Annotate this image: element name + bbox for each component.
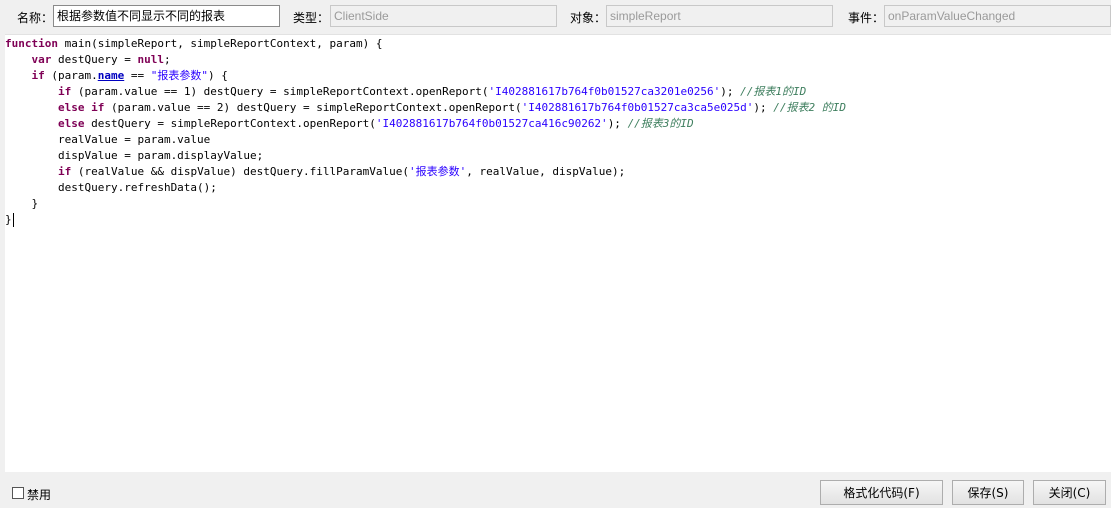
name-input[interactable]: 根据参数值不同显示不同的报表 — [53, 5, 280, 27]
type-field: ClientSide — [330, 5, 557, 27]
code-token: ); — [720, 85, 741, 98]
code-line[interactable]: else if (param.value == 2) destQuery = s… — [5, 100, 1111, 116]
close-button[interactable]: 关闭(C) — [1033, 480, 1106, 505]
code-token: } — [5, 197, 39, 210]
code-token: //报表2 的ID — [773, 101, 846, 114]
code-token: (param. — [44, 69, 98, 82]
code-token: (param.value == 2) destQuery = simpleRep… — [104, 101, 522, 114]
code-token: '报表参数' — [409, 165, 467, 178]
code-token: 'I402881617b764f0b01527ca416c90262' — [375, 117, 608, 130]
code-line[interactable]: realValue = param.value — [5, 132, 1111, 148]
code-token: main(simpleReport, simpleReportContext, … — [57, 37, 383, 50]
event-label: 事件： — [848, 11, 885, 25]
code-token: null — [137, 53, 164, 66]
code-token: destQuery.refreshData(); — [5, 181, 217, 194]
code-token: ); — [607, 117, 628, 130]
code-token: ); — [753, 101, 774, 114]
code-token: else — [57, 117, 85, 130]
save-button[interactable]: 保存(S) — [952, 480, 1024, 505]
code-token: (realValue && dispValue) destQuery.fillP… — [71, 165, 409, 178]
code-token: destQuery = — [51, 53, 138, 66]
code-token: else if — [57, 101, 105, 114]
code-token: //报表3的ID — [627, 117, 694, 130]
code-token: ; — [163, 53, 171, 66]
object-label: 对象： — [570, 11, 607, 25]
code-token: == — [124, 69, 151, 82]
code-line[interactable]: var destQuery = null; — [5, 52, 1111, 68]
code-token: //报表1的ID — [740, 85, 807, 98]
code-line[interactable]: if (realValue && dispValue) destQuery.fi… — [5, 164, 1111, 180]
code-token: 'I402881617b764f0b01527ca3201e0256' — [488, 85, 721, 98]
code-line[interactable]: function main(simpleReport, simpleReport… — [5, 36, 1111, 52]
code-line[interactable]: } — [5, 212, 1111, 228]
disable-label: 禁用 — [27, 488, 52, 502]
code-content[interactable]: function main(simpleReport, simpleReport… — [5, 35, 1111, 228]
name-label: 名称： — [17, 11, 54, 25]
format-code-button[interactable]: 格式化代码(F) — [820, 480, 943, 505]
code-token: if — [31, 69, 45, 82]
code-token: destQuery = simpleReportContext.openRepo… — [84, 117, 376, 130]
code-token: ) { — [207, 69, 228, 82]
code-line[interactable]: else destQuery = simpleReportContext.ope… — [5, 116, 1111, 132]
text-cursor — [12, 213, 14, 227]
event-field: onParamValueChanged — [884, 5, 1111, 27]
code-line[interactable]: } — [5, 196, 1111, 212]
code-token: name — [97, 69, 125, 82]
code-token: } — [5, 213, 12, 226]
code-token: if — [57, 165, 72, 178]
code-token: function — [5, 37, 58, 50]
footer-bar: 禁用 格式化代码(F) 保存(S) 关闭(C) — [0, 472, 1111, 508]
code-token: var — [31, 53, 52, 66]
code-token: (param.value == 1) destQuery = simpleRep… — [71, 85, 489, 98]
code-line[interactable]: if (param.value == 1) destQuery = simple… — [5, 84, 1111, 100]
code-line[interactable]: destQuery.refreshData(); — [5, 180, 1111, 196]
code-token: "报表参数" — [150, 69, 208, 82]
type-label: 类型： — [293, 11, 330, 25]
code-editor[interactable]: function main(simpleReport, simpleReport… — [5, 34, 1111, 472]
code-token: realValue = param.value — [5, 133, 211, 146]
code-line[interactable]: dispValue = param.displayValue; — [5, 148, 1111, 164]
code-line[interactable]: if (param.name == "报表参数") { — [5, 68, 1111, 84]
script-properties-bar: 名称： 根据参数值不同显示不同的报表 类型： ClientSide 对象： si… — [0, 0, 1111, 34]
code-token: if — [57, 85, 72, 98]
code-token: dispValue = param.displayValue; — [5, 149, 264, 162]
object-field: simpleReport — [606, 5, 833, 27]
code-token: , realValue, dispValue); — [466, 165, 626, 178]
disable-checkbox[interactable] — [12, 487, 24, 499]
code-token: 'I402881617b764f0b01527ca3ca5e025d' — [521, 101, 754, 114]
